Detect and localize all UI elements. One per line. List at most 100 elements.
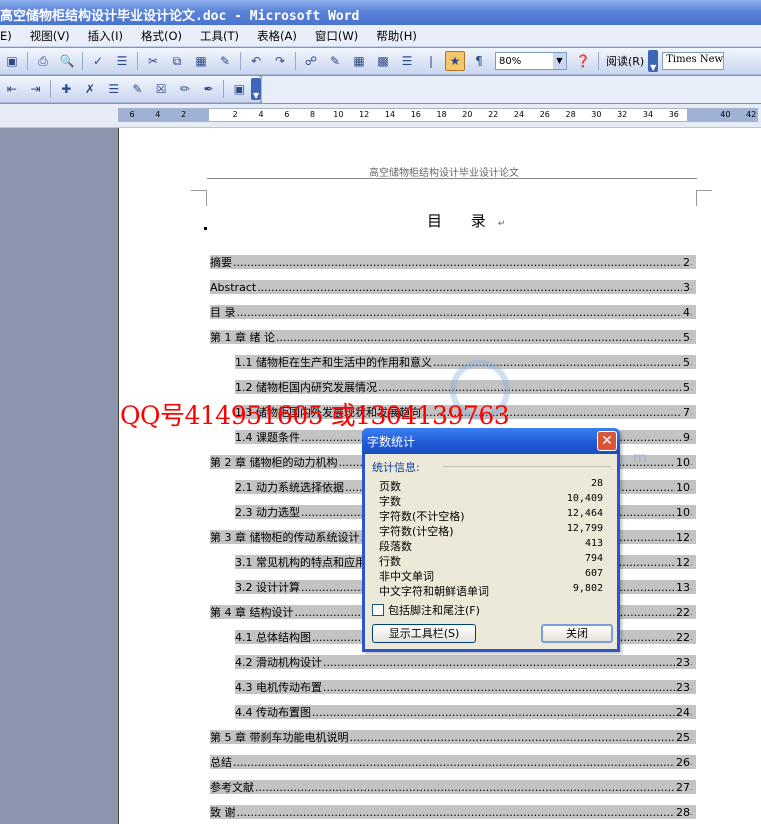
ruler-tick: 28 bbox=[565, 110, 576, 119]
toc-entry[interactable]: 参考文献 27. bbox=[210, 780, 696, 794]
toc-entry-label: 4.3 电机传动布置 bbox=[235, 681, 322, 694]
document-map-icon[interactable]: ★ bbox=[445, 51, 465, 71]
cut-icon[interactable]: ✂ bbox=[143, 51, 163, 71]
menu-insert[interactable]: 插入(I) bbox=[79, 28, 132, 44]
ruler-tick: 42 bbox=[746, 110, 757, 119]
crop-mark-left bbox=[191, 190, 207, 206]
toolbar-options-icon[interactable]: ▼ bbox=[251, 78, 262, 100]
insert-table-icon[interactable]: ▦ bbox=[349, 51, 369, 71]
toc-entry[interactable]: 4.4 传动布置图 24. bbox=[235, 705, 696, 719]
toc-entry-label: 总结 bbox=[210, 756, 232, 769]
toc-entry-page: 22 bbox=[676, 630, 690, 644]
hyperlink-icon[interactable]: ☍ bbox=[301, 51, 321, 71]
toc-entry-page: 24 bbox=[676, 705, 690, 719]
ruler-tick: 36 bbox=[668, 110, 679, 119]
chevron-down-icon[interactable]: ▼ bbox=[553, 53, 566, 69]
stat-label: 页数 bbox=[379, 480, 401, 493]
next-change-icon[interactable]: ⇥ bbox=[26, 79, 46, 99]
help-icon[interactable]: ❓ bbox=[573, 51, 593, 71]
ruler-tick: 12 bbox=[359, 110, 370, 119]
toc-entry-label: 4.4 传动布置图 bbox=[235, 706, 311, 719]
horizontal-ruler[interactable]: 6 4 2 2 4 6 8 10 12 14 16 18 20 22 24 26 28 30 32 34 36 40 42 bbox=[0, 104, 761, 128]
toc-entry[interactable]: 致 谢 28. bbox=[210, 805, 696, 819]
pen-icon[interactable]: ✒ bbox=[199, 79, 219, 99]
toc-entry[interactable]: 4.2 滑动机构设计 23. bbox=[235, 655, 696, 669]
stat-row: 中文字符和朝鲜语单词 9,802 bbox=[379, 583, 603, 598]
toc-entry[interactable]: Abstract 3. bbox=[210, 280, 696, 294]
track-changes-icon[interactable]: ✎ bbox=[128, 79, 148, 99]
tables-borders-icon[interactable]: ✎ bbox=[325, 51, 345, 71]
toc-entry[interactable]: 总结 26. bbox=[210, 755, 696, 769]
paragraph-mark-icon: . bbox=[690, 582, 693, 592]
insert-excel-icon[interactable]: ▩ bbox=[373, 51, 393, 71]
print-icon[interactable]: ⎙ bbox=[33, 51, 53, 71]
reject-change-icon[interactable]: ✗ bbox=[80, 79, 100, 99]
toc-entry-label: 第 2 章 储物柜的动力机构 bbox=[210, 456, 338, 469]
ruler-tick: 2 bbox=[232, 110, 238, 119]
toc-entry-page: 28 bbox=[676, 805, 690, 819]
menu-help[interactable]: 帮助(H) bbox=[367, 28, 426, 44]
zoom-value: 80% bbox=[499, 55, 522, 67]
redo-icon[interactable]: ↷ bbox=[270, 51, 290, 71]
paragraph-mark-icon: . bbox=[690, 482, 693, 492]
ruler-tick: 4 bbox=[155, 110, 161, 119]
paragraph-mark-icon: . bbox=[690, 382, 693, 392]
include-footnotes-checkbox[interactable]: 包括脚注和尾注(F) bbox=[372, 602, 480, 618]
permission-icon[interactable]: ▣ bbox=[2, 51, 22, 71]
toc-entry[interactable]: 摘要 2. bbox=[210, 255, 696, 269]
zoom-select[interactable]: 80% ▼ bbox=[495, 52, 567, 70]
format-painter-icon[interactable]: ✎ bbox=[215, 51, 235, 71]
toc-entry-page: 5 bbox=[683, 330, 690, 344]
menu-view[interactable]: 视图(V) bbox=[21, 28, 79, 44]
paste-icon[interactable]: ▦ bbox=[191, 51, 211, 71]
close-icon[interactable]: ✕ bbox=[597, 431, 617, 451]
copy-icon[interactable]: ⧉ bbox=[167, 51, 187, 71]
word-count-dialog[interactable]: 字数统计 ✕ 统计信息: 页数 28 字数 10,409 字符数(不计空格) 12,464… bbox=[362, 428, 620, 652]
toc-entry[interactable]: 第 1 章 绪 论 5. bbox=[210, 330, 696, 344]
print-preview-icon[interactable]: 🔍 bbox=[57, 51, 77, 71]
toc-entry[interactable]: 4.3 电机传动布置 23. bbox=[235, 680, 696, 694]
menu-table[interactable]: 表格(A) bbox=[248, 28, 306, 44]
toc-entry[interactable]: 目 录 4. bbox=[210, 305, 696, 319]
toc-entry-label: Abstract bbox=[210, 280, 257, 294]
stat-row: 字符数(不计空格) 12,464 bbox=[379, 508, 603, 523]
stat-value: 413 bbox=[584, 538, 603, 549]
stat-value: 28 bbox=[590, 478, 603, 489]
research-icon[interactable]: ☰ bbox=[112, 51, 132, 71]
menu-tools[interactable]: 工具(T) bbox=[191, 28, 248, 44]
reviewing-pane-icon[interactable]: ▣ bbox=[229, 79, 249, 99]
checkbox-box[interactable] bbox=[372, 604, 384, 616]
ruler-tick: 30 bbox=[591, 110, 602, 119]
toc-entry-page: 5 bbox=[683, 355, 690, 369]
menu-edit[interactable]: E) bbox=[0, 29, 21, 43]
undo-icon[interactable]: ↶ bbox=[246, 51, 266, 71]
toc-leader-dots bbox=[276, 331, 682, 344]
delete-comment-icon[interactable]: ☒ bbox=[151, 79, 171, 99]
close-button[interactable]: 关闭 bbox=[541, 624, 613, 643]
toc-entry-label: 4.2 滑动机构设计 bbox=[235, 656, 322, 669]
toc-entry[interactable]: 第 5 章 带刹车功能电机说明 25. bbox=[210, 730, 696, 744]
ruler-tick: 4 bbox=[258, 110, 264, 119]
spelling-icon[interactable]: ✓ bbox=[88, 51, 108, 71]
show-toolbar-button[interactable]: 显示工具栏(S) bbox=[372, 624, 476, 643]
menu-format[interactable]: 格式(O) bbox=[132, 28, 191, 44]
toolbar-options-icon[interactable]: ▼ bbox=[648, 50, 659, 72]
font-name-field[interactable]: Times New bbox=[662, 52, 725, 70]
show-hide-icon[interactable]: ¶ bbox=[469, 51, 489, 71]
columns-icon[interactable]: ☰ bbox=[397, 51, 417, 71]
drawing-icon[interactable]: ❘ bbox=[421, 51, 441, 71]
stat-value: 12,799 bbox=[566, 523, 603, 534]
previous-change-icon[interactable]: ⇤ bbox=[2, 79, 22, 99]
paragraph-mark-icon: . bbox=[690, 257, 693, 267]
read-button[interactable]: 阅读(R) bbox=[602, 53, 648, 69]
accept-change-icon[interactable]: ✚ bbox=[56, 79, 76, 99]
ruler-scale[interactable]: 6 4 2 2 4 6 8 10 12 14 16 18 20 22 24 26 28 30 32 34 36 40 42 bbox=[118, 108, 758, 122]
menu-window[interactable]: 窗口(W) bbox=[306, 28, 367, 44]
line-style-icon[interactable]: ☰ bbox=[104, 79, 124, 99]
paragraph-mark-icon: . bbox=[690, 557, 693, 567]
toc-entry-label: 1.2 储物柜国内研究发展情况 bbox=[235, 381, 377, 394]
toolbar-area bbox=[262, 76, 761, 103]
highlight-icon[interactable]: ✏ bbox=[175, 79, 195, 99]
stat-row: 行数 794 bbox=[379, 553, 603, 568]
stat-row: 非中文单词 607 bbox=[379, 568, 603, 583]
